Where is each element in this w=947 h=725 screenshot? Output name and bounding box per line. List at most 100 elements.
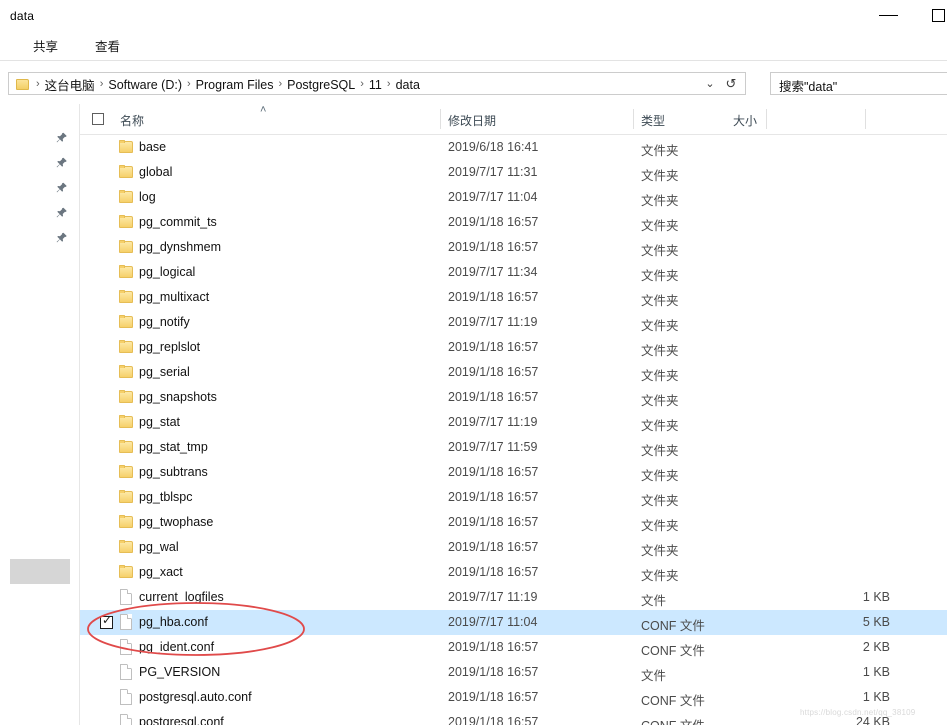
folder-icon bbox=[119, 466, 133, 478]
file-type-cell: 文件夹 bbox=[641, 265, 679, 284]
file-type-cell: 文件夹 bbox=[641, 415, 679, 434]
file-name-cell: PG_VERSION bbox=[139, 665, 220, 679]
column-divider[interactable] bbox=[633, 109, 634, 129]
table-row[interactable]: log2019/7/17 11:04文件夹 bbox=[80, 185, 947, 210]
breadcrumb-item-this-pc[interactable]: 这台电脑 bbox=[45, 75, 95, 94]
breadcrumb-item-11[interactable]: 11 bbox=[369, 78, 382, 92]
table-row[interactable]: pg_multixact2019/1/18 16:57文件夹 bbox=[80, 285, 947, 310]
nav-item-1[interactable] bbox=[0, 151, 80, 176]
file-name-cell: pg_xact bbox=[139, 565, 183, 579]
search-input[interactable]: 搜索"data" bbox=[770, 72, 947, 95]
column-divider[interactable] bbox=[766, 109, 767, 129]
breadcrumb-item-software-d[interactable]: Software (D:) bbox=[108, 78, 182, 92]
file-name-cell: pg_replslot bbox=[139, 340, 200, 354]
pin-icon[interactable] bbox=[55, 131, 68, 145]
table-row[interactable]: PG_VERSION 2019/1/18 16:57 文件 1 KB bbox=[80, 660, 947, 685]
table-row[interactable]: pg_snapshots2019/1/18 16:57文件夹 bbox=[80, 385, 947, 410]
file-name-cell: postgresql.auto.conf bbox=[139, 690, 252, 704]
breadcrumb-separator: › bbox=[273, 79, 287, 90]
minimize-icon bbox=[879, 15, 898, 16]
column-header-size-label: 大小 bbox=[733, 112, 757, 129]
table-row[interactable]: pg_wal2019/1/18 16:57文件夹 bbox=[80, 535, 947, 560]
file-type-cell: 文件 bbox=[641, 665, 666, 684]
table-row[interactable]: pg_stat2019/7/17 11:19文件夹 bbox=[80, 410, 947, 435]
maximize-button[interactable] bbox=[916, 0, 947, 30]
file-type-cell: 文件夹 bbox=[641, 490, 679, 509]
nav-item-2[interactable] bbox=[0, 176, 80, 201]
date-modified-cell: 2019/1/18 16:57 bbox=[448, 290, 538, 304]
table-row[interactable]: pg_notify2019/7/17 11:19文件夹 bbox=[80, 310, 947, 335]
minimize-button[interactable] bbox=[866, 0, 912, 30]
column-divider[interactable] bbox=[440, 109, 441, 129]
pin-icon[interactable] bbox=[55, 206, 68, 220]
file-size-cell: 2 KB bbox=[770, 640, 890, 654]
date-modified-cell: 2019/1/18 16:57 bbox=[448, 665, 538, 679]
title-bar: data bbox=[0, 0, 947, 32]
file-type-cell: CONF 文件 bbox=[641, 640, 705, 659]
ribbon-tab-strip: 共享 查看 bbox=[0, 32, 947, 60]
pin-icon[interactable] bbox=[55, 181, 68, 195]
table-row[interactable]: base2019/6/18 16:41文件夹 bbox=[80, 135, 947, 160]
pin-icon[interactable] bbox=[55, 231, 68, 245]
file-type-cell: 文件夹 bbox=[641, 515, 679, 534]
table-row[interactable]: pg_replslot2019/1/18 16:57文件夹 bbox=[80, 335, 947, 360]
file-icon bbox=[120, 664, 132, 680]
folder-icon bbox=[119, 291, 133, 303]
select-all-checkbox[interactable] bbox=[92, 113, 104, 125]
file-type-cell: 文件夹 bbox=[641, 140, 679, 159]
checkmark-icon: ✓ bbox=[102, 614, 112, 627]
breadcrumb-item-program-files[interactable]: Program Files bbox=[196, 78, 274, 92]
table-row[interactable]: pg_xact2019/1/18 16:57文件夹 bbox=[80, 560, 947, 585]
date-modified-cell: 2019/7/17 11:31 bbox=[448, 165, 537, 179]
folder-icon bbox=[119, 566, 133, 578]
table-row[interactable]: pg_subtrans2019/1/18 16:57文件夹 bbox=[80, 460, 947, 485]
file-type-cell: 文件夹 bbox=[641, 390, 679, 409]
table-row[interactable]: current_logfiles2019/7/17 11:19文件1 KB bbox=[80, 585, 947, 610]
address-bar[interactable]: › 这台电脑 › Software (D:) › Program Files ›… bbox=[8, 72, 746, 95]
tab-view[interactable]: 查看 bbox=[95, 36, 120, 55]
table-row[interactable]: pg_dynshmem2019/1/18 16:57文件夹 bbox=[80, 235, 947, 260]
file-icon bbox=[120, 639, 132, 655]
table-row[interactable]: pg_serial2019/1/18 16:57文件夹 bbox=[80, 360, 947, 385]
chevron-down-icon[interactable]: ⌄ bbox=[703, 77, 717, 91]
table-row[interactable]: pg_tblspc2019/1/18 16:57文件夹 bbox=[80, 485, 947, 510]
nav-item-cloud-drive[interactable]: 云端硬盘 bbox=[0, 201, 80, 226]
tab-share[interactable]: 共享 bbox=[33, 36, 58, 55]
file-list[interactable]: base2019/6/18 16:41文件夹global2019/7/17 11… bbox=[80, 135, 947, 725]
file-name-cell: pg_notify bbox=[139, 315, 190, 329]
folder-icon bbox=[119, 266, 133, 278]
ribbon-divider bbox=[0, 60, 947, 61]
date-modified-cell: 2019/1/18 16:57 bbox=[448, 365, 538, 379]
file-type-cell: CONF 文件 bbox=[641, 690, 705, 709]
refresh-icon[interactable]: ↺ bbox=[723, 76, 739, 92]
column-header-date-label: 修改日期 bbox=[448, 112, 496, 129]
breadcrumb-item-postgresql[interactable]: PostgreSQL bbox=[287, 78, 355, 92]
table-row[interactable]: pg_ident.conf2019/1/18 16:57CONF 文件2 KB bbox=[80, 635, 947, 660]
table-row[interactable]: pg_twophase2019/1/18 16:57文件夹 bbox=[80, 510, 947, 535]
nav-item-0[interactable] bbox=[0, 126, 80, 151]
table-row[interactable]: ✓pg_hba.conf2019/7/17 11:04CONF 文件5 KB bbox=[80, 610, 947, 635]
watermark-text: https://blog.csdn.net/qq_38109 bbox=[800, 708, 915, 717]
date-modified-cell: 2019/1/18 16:57 bbox=[448, 390, 538, 404]
nav-item-5[interactable]: 近5 bbox=[0, 251, 80, 276]
file-name-cell: pg_serial bbox=[139, 365, 190, 379]
table-row[interactable]: pg_logical2019/7/17 11:34文件夹 bbox=[80, 260, 947, 285]
column-divider[interactable] bbox=[865, 109, 866, 129]
table-row[interactable]: global2019/7/17 11:31文件夹 bbox=[80, 160, 947, 185]
breadcrumb-separator: › bbox=[382, 79, 396, 90]
pin-icon[interactable] bbox=[55, 156, 68, 170]
breadcrumb-separator: › bbox=[31, 79, 45, 90]
table-row[interactable]: postgresql.auto.conf2019/1/18 16:57CONF … bbox=[80, 685, 947, 710]
breadcrumb-item-data[interactable]: data bbox=[396, 78, 420, 92]
folder-icon bbox=[119, 341, 133, 353]
table-row[interactable]: pg_stat_tmp2019/7/17 11:59文件夹 bbox=[80, 435, 947, 460]
date-modified-cell: 2019/7/17 11:19 bbox=[448, 415, 537, 429]
file-name-cell: pg_multixact bbox=[139, 290, 209, 304]
row-checkbox[interactable]: ✓ bbox=[100, 616, 113, 629]
file-size-cell: 1 KB bbox=[770, 665, 890, 679]
file-size-cell: 5 KB bbox=[770, 615, 890, 629]
file-type-cell: 文件夹 bbox=[641, 465, 679, 484]
table-row[interactable]: pg_commit_ts2019/1/18 16:57文件夹 bbox=[80, 210, 947, 235]
file-name-cell: pg_tblspc bbox=[139, 490, 193, 504]
nav-item-4[interactable] bbox=[0, 226, 80, 251]
